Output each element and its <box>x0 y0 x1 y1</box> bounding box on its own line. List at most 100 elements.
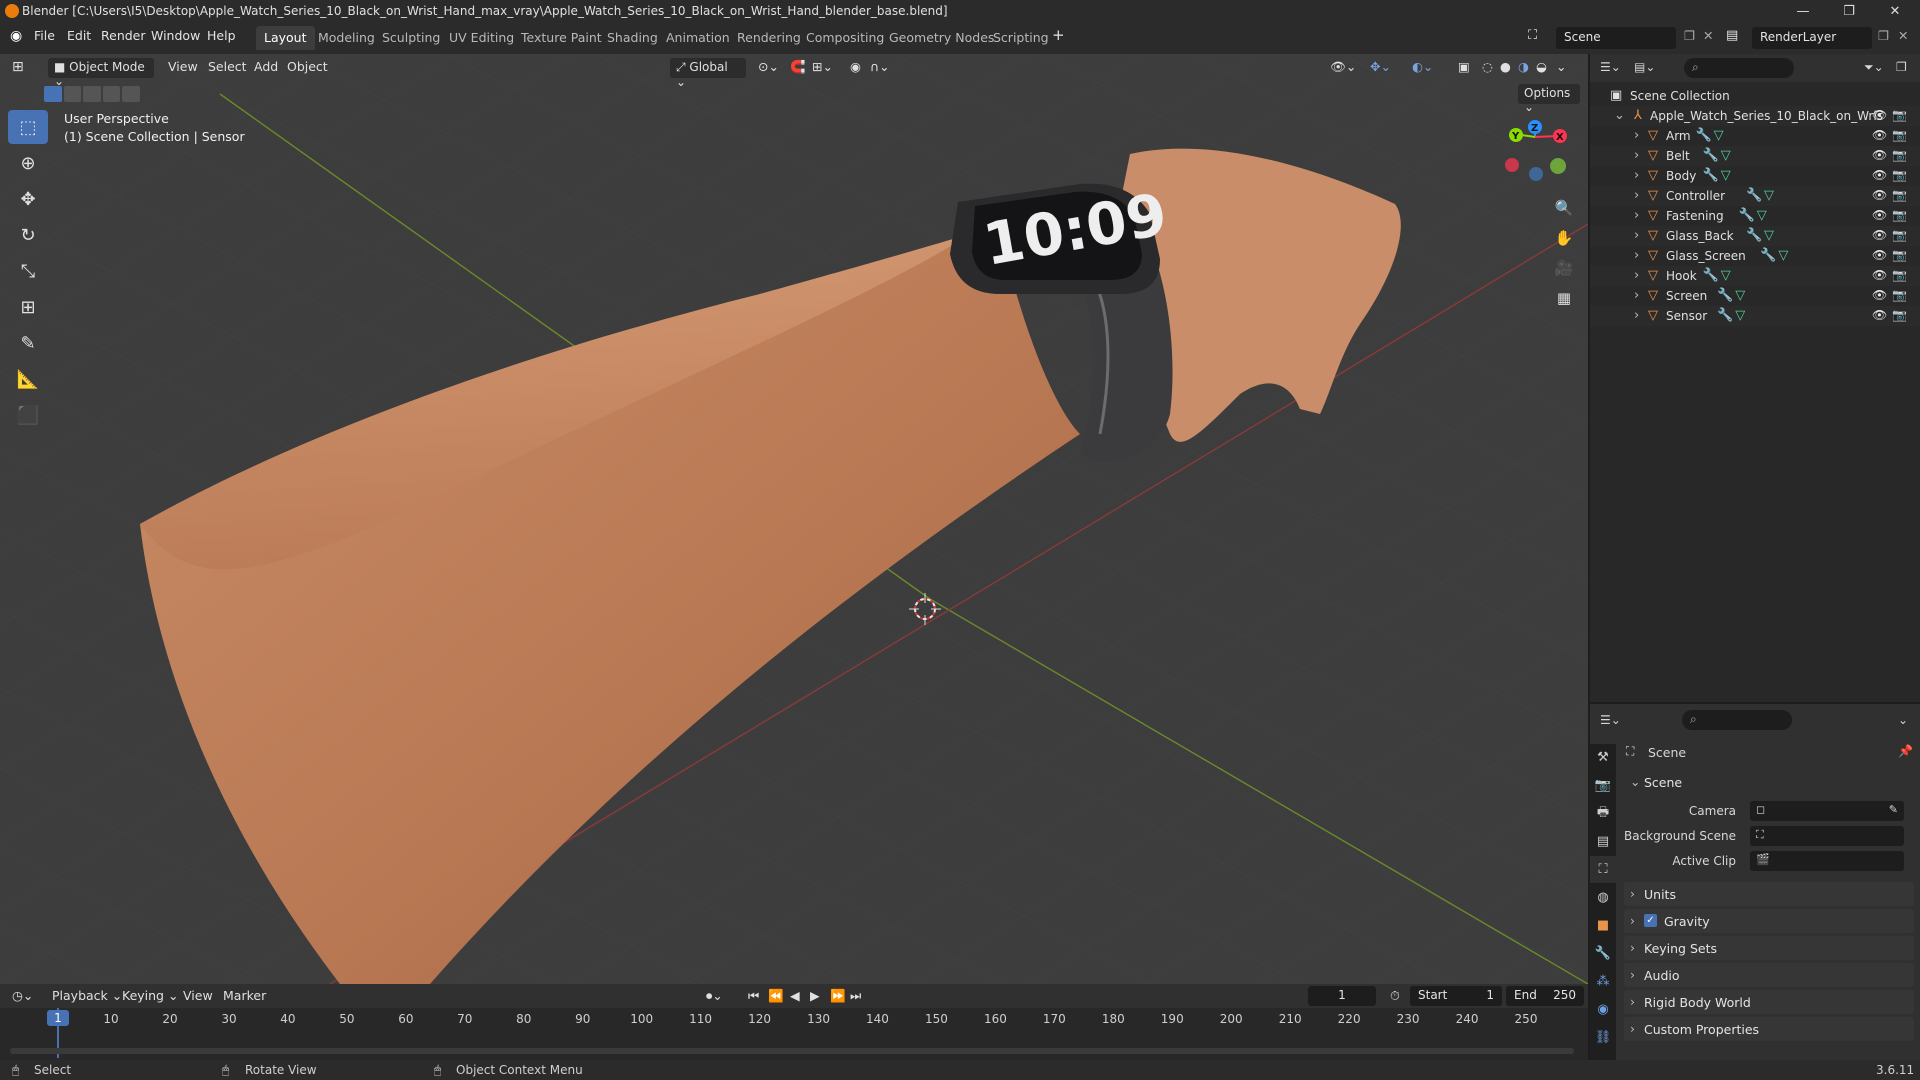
snap-icon[interactable]: 🧲 <box>790 59 806 75</box>
next-keyframe-icon[interactable]: ⏩ <box>830 988 846 1004</box>
current-frame-field[interactable]: 1 <box>1308 986 1376 1006</box>
tab-shading[interactable]: Shading <box>599 26 666 50</box>
menu-help[interactable]: Help <box>207 28 236 43</box>
rotate-tool-icon[interactable]: ↻ <box>8 218 48 252</box>
expand-icon[interactable]: › <box>1634 248 1639 263</box>
object-tab-icon[interactable]: ■ <box>1590 912 1616 939</box>
mesh-data-icon[interactable]: ▽ <box>1735 308 1745 323</box>
rendered-shading-icon[interactable]: ◒ <box>1536 59 1547 74</box>
outliner-item-screen[interactable]: › ▽ Screen 🔧 ▽ 👁 📷 <box>1590 286 1920 306</box>
menu-edit[interactable]: Edit <box>67 28 91 43</box>
outliner-item-sensor[interactable]: › ▽ Sensor 🔧 ▽ 👁 📷 <box>1590 306 1920 326</box>
playback-menu[interactable]: Playback ⌄ <box>52 988 122 1003</box>
annotate-tool-icon[interactable]: ✎ <box>8 326 48 360</box>
visibility-eye-icon[interactable]: 👁 <box>1872 128 1887 142</box>
keying-menu[interactable]: Keying ⌄ <box>122 988 178 1003</box>
select-intersect-icon[interactable] <box>122 86 140 102</box>
scene-selector[interactable]: Scene <box>1556 27 1676 49</box>
world-tab-icon[interactable]: ◍ <box>1590 884 1616 911</box>
outliner-item-glass-back[interactable]: › ▽ Glass_Back 🔧 ▽ 👁 📷 <box>1590 226 1920 246</box>
timeline-editor-icon[interactable]: ◷⌄ <box>12 988 33 1003</box>
tab-modeling[interactable]: Modeling <box>310 26 383 50</box>
outliner-item-fastening[interactable]: › ▽ Fastening 🔧 ▽ 👁 📷 <box>1590 206 1920 226</box>
scene-panel-header[interactable]: ⌄ Scene <box>1624 770 1914 794</box>
outliner-item-hook[interactable]: › ▽ Hook 🔧 ▽ 👁 📷 <box>1590 266 1920 286</box>
play-reverse-icon[interactable]: ◀ <box>790 988 800 1003</box>
delete-layer-icon[interactable]: ✕ <box>1898 28 1908 43</box>
render-tab-icon[interactable]: 📷 <box>1590 772 1616 799</box>
close-button[interactable]: ✕ <box>1872 0 1918 22</box>
render-camera-icon[interactable]: 📷 <box>1892 128 1907 142</box>
maximize-button[interactable]: ❐ <box>1826 0 1872 22</box>
end-frame-field[interactable]: End 250 <box>1506 986 1584 1006</box>
snap-target-icon[interactable]: ⊞⌄ <box>812 59 833 74</box>
view-layer-tab-icon[interactable]: ▤ <box>1590 828 1616 855</box>
blender-menu-icon[interactable]: ◉ <box>10 28 22 44</box>
scale-tool-icon[interactable]: ⤡ <box>8 254 48 288</box>
properties-options-icon[interactable]: ⌄ <box>1898 713 1908 727</box>
shading-options-icon[interactable]: ⌄ <box>1556 59 1566 74</box>
falloff-icon[interactable]: ∩⌄ <box>870 59 890 74</box>
background-scene-field[interactable]: ⛶ <box>1750 826 1904 846</box>
wireframe-shading-icon[interactable]: ◌ <box>1482 59 1493 74</box>
view-layer-icon[interactable]: ▤ <box>1726 28 1738 43</box>
add-workspace-button[interactable]: + <box>1052 26 1065 44</box>
camera-view-icon[interactable]: 🎥 <box>1552 256 1576 280</box>
timeline-view-menu[interactable]: View <box>183 988 213 1003</box>
mesh-data-icon[interactable]: ▽ <box>1721 148 1731 163</box>
tab-scripting[interactable]: Scripting <box>985 26 1057 50</box>
tab-uv-editing[interactable]: UV Editing <box>441 26 522 50</box>
select-subtract-icon[interactable] <box>83 86 101 102</box>
menu-render[interactable]: Render <box>101 28 146 43</box>
tab-layout[interactable]: Layout <box>256 26 315 50</box>
modifier-icon[interactable]: 🔧 <box>1746 228 1762 243</box>
expand-icon[interactable]: › <box>1634 168 1639 183</box>
scene-icon[interactable]: ⛶ <box>1528 28 1537 43</box>
outliner-item-body[interactable]: › ▽ Body 🔧 ▽ 👁 📷 <box>1590 166 1920 186</box>
outliner-item-arm[interactable]: › ▽ Arm 🔧 ▽ 👁 📷 <box>1590 126 1920 146</box>
measure-tool-icon[interactable]: 📐 <box>8 362 48 396</box>
list-item[interactable]: ▣ Scene Collection <box>1590 86 1920 106</box>
outliner-item-glass-screen[interactable]: › ▽ Glass_Screen 🔧 ▽ 👁 📷 <box>1590 246 1920 266</box>
viewport-menu-select[interactable]: Select <box>208 59 247 74</box>
select-extend-icon[interactable] <box>63 86 82 102</box>
visibility-eye-icon[interactable]: 👁 <box>1872 108 1887 122</box>
add-cube-tool-icon[interactable]: ⬛ <box>8 398 48 432</box>
modifier-icon[interactable]: 🔧 <box>1703 168 1719 183</box>
tab-animation[interactable]: Animation <box>658 26 738 50</box>
select-box-tool-icon[interactable]: ⬚ <box>8 110 48 144</box>
list-item[interactable]: ⌄ ⅄ Apple_Watch_Series_10_Black_on_Wris … <box>1590 106 1920 126</box>
cursor-tool-icon[interactable]: ⊕ <box>8 146 48 180</box>
tool-tab-icon[interactable]: ⚒ <box>1590 744 1616 771</box>
render-camera-icon[interactable]: 📷 <box>1892 208 1907 222</box>
viewport-menu-view[interactable]: View <box>168 59 198 74</box>
outliner-item-controller[interactable]: › ▽ Controller 🔧 ▽ 👁 📷 <box>1590 186 1920 206</box>
pan-hand-icon[interactable]: ✋ <box>1552 226 1576 250</box>
proportional-edit-icon[interactable]: ◉ <box>850 59 861 74</box>
mesh-data-icon[interactable]: ▽ <box>1778 248 1788 263</box>
visibility-icon[interactable]: 👁⌄ <box>1330 59 1356 75</box>
timeline[interactable]: ◷⌄ Playback ⌄ Keying ⌄ View Marker ⏺⌄ ⏮ … <box>0 984 1588 1060</box>
tab-rendering[interactable]: Rendering <box>729 26 809 50</box>
viewport-menu-add[interactable]: Add <box>254 59 278 74</box>
outliner[interactable]: ☰⌄ ▤⌄ ⌕ ⏷⌄ ❐ ▣ Scene Collection ⌄ ⅄ Appl… <box>1590 54 1920 702</box>
mesh-data-icon[interactable]: ▽ <box>1757 208 1767 223</box>
jump-start-icon[interactable]: ⏮ <box>748 988 759 1004</box>
visibility-eye-icon[interactable]: 👁 <box>1872 308 1887 322</box>
expand-icon[interactable]: › <box>1634 308 1639 323</box>
display-mode-icon[interactable]: ▤⌄ <box>1634 60 1655 74</box>
modifier-icon[interactable]: 🔧 <box>1739 208 1755 223</box>
constraints-tab-icon[interactable]: ⛓ <box>1590 1024 1616 1051</box>
modifier-icon[interactable]: 🔧 <box>1703 148 1719 163</box>
filter-icon[interactable]: ⏷⌄ <box>1864 60 1884 75</box>
modifier-icon[interactable]: 🔧 <box>1717 308 1733 323</box>
mesh-data-icon[interactable]: ▽ <box>1721 268 1731 283</box>
mesh-data-icon[interactable]: ▽ <box>1721 168 1731 183</box>
mode-selector[interactable]: ■ Object Mode ⌄ <box>48 58 154 88</box>
move-tool-icon[interactable]: ✥ <box>8 182 48 216</box>
gravity-checkbox[interactable]: ✓ <box>1644 914 1657 927</box>
units-panel-header[interactable]: › Units <box>1624 882 1914 906</box>
menu-window[interactable]: Window <box>151 28 200 43</box>
expand-icon[interactable]: › <box>1634 188 1639 203</box>
outliner-item-belt[interactable]: › ▽ Belt 🔧 ▽ 👁 📷 <box>1590 146 1920 166</box>
